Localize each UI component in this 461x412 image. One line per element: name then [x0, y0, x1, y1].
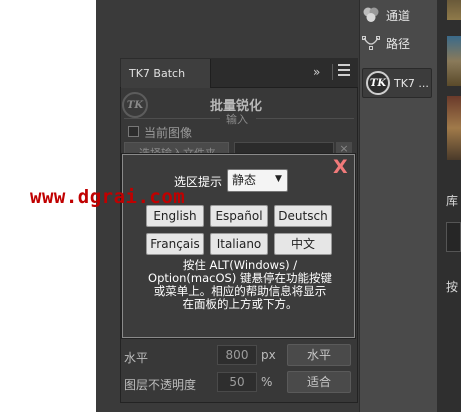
layer-opacity-unit: %: [261, 375, 273, 389]
thumbnail-image[interactable]: [447, 0, 461, 20]
language-button-italiano[interactable]: Italiano: [210, 233, 268, 255]
help-text: 按住 ALT(Windows) / Option(macOS) 键悬停在功能按键…: [132, 259, 348, 311]
current-image-label: 当前图像: [144, 126, 193, 140]
side-label: 按: [446, 280, 459, 294]
chevron-down-icon: ▼: [275, 174, 282, 184]
sidebar-item-paths-label: 路径: [386, 36, 411, 51]
collapse-panel-icon[interactable]: »: [313, 65, 320, 79]
current-image-checkbox[interactable]: [128, 126, 139, 137]
channels-icon: [363, 7, 379, 22]
right-panel-column: [359, 0, 437, 412]
library-label: 库: [446, 194, 459, 208]
language-button-deutsch[interactable]: Deutsch: [274, 205, 332, 227]
language-button-english[interactable]: English: [146, 205, 204, 227]
horizontal-value-input[interactable]: 800: [217, 345, 257, 365]
section-divider: [124, 118, 220, 119]
sidebar-item-channels[interactable]: 通道: [362, 2, 434, 28]
sidebar-item-tk7-label: TK7 ...: [394, 76, 429, 90]
help-line: 在面板的上方或下方。: [182, 297, 298, 311]
section-divider: [256, 118, 354, 119]
layer-opacity-input[interactable]: 50: [217, 372, 257, 392]
language-button-francais[interactable]: Français: [146, 233, 204, 255]
side-panel-box: [446, 222, 461, 252]
panel-menu-icon[interactable]: [338, 64, 350, 78]
close-icon[interactable]: X: [333, 156, 348, 178]
language-button-espanol[interactable]: Español: [210, 205, 268, 227]
tab-tk7-batch[interactable]: TK7 Batch: [121, 59, 211, 88]
language-button-chinese[interactable]: 中文: [274, 233, 332, 255]
horizontal-unit: px: [261, 348, 276, 362]
paths-icon: [362, 36, 380, 50]
horizontal-button[interactable]: 水平: [287, 344, 351, 366]
layer-opacity-label: 图层不透明度: [124, 378, 197, 392]
sidebar-item-tk7-batch[interactable]: TK TK7 ...: [362, 68, 432, 98]
watermark: www.dgrai.com: [30, 186, 186, 208]
horizontal-label: 水平: [124, 351, 149, 365]
thumbnail-image[interactable]: [447, 36, 461, 86]
section-input-heading: 输入: [226, 113, 248, 126]
tk7-logo-icon: TK: [366, 71, 390, 95]
panel-logo: TK: [122, 92, 148, 118]
thumbnail-image[interactable]: [447, 96, 461, 160]
sidebar-item-paths[interactable]: 路径: [362, 30, 434, 56]
sidebar-item-channels-label: 通道: [386, 8, 411, 23]
fit-button[interactable]: 适合: [287, 371, 351, 393]
header-divider: [332, 64, 333, 80]
